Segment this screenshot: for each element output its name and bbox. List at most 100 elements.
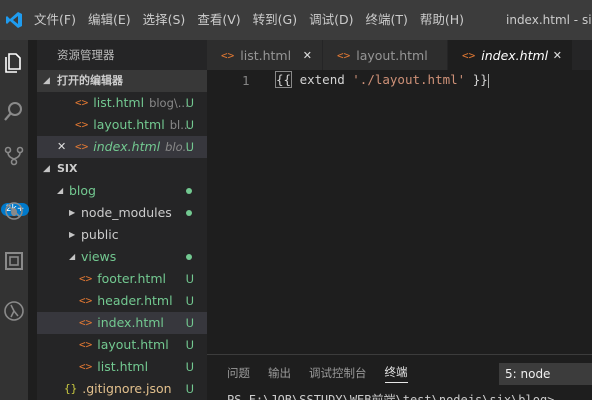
- menu-bar: 文件(F) 编辑(E) 选择(S) 查看(V) 转到(G) 调试(D) 终端(T…: [28, 0, 470, 40]
- tree-folder-views[interactable]: ◢ views: [37, 246, 207, 268]
- open-editor-label: layout.html: [93, 117, 165, 132]
- git-status: U: [185, 316, 194, 330]
- menu-file[interactable]: 文件(F): [28, 0, 82, 40]
- tree-item-label: list.html: [97, 359, 149, 374]
- modified-dot: [186, 210, 192, 216]
- git-status: U: [185, 118, 194, 132]
- bottom-panel: 问题 输出 调试控制台 终端 5: node PS F:\JOB\SSTUDY\…: [207, 354, 592, 400]
- html-file-icon: <>: [75, 96, 89, 109]
- close-icon[interactable]: ✕: [303, 49, 312, 62]
- menu-selection[interactable]: 选择(S): [137, 0, 192, 40]
- menu-terminal[interactable]: 终端(T): [359, 0, 413, 40]
- chevron-down-icon: ◢: [43, 164, 50, 174]
- tab-terminal[interactable]: 终端: [384, 364, 408, 383]
- editor-tab-bar: <> list.html ✕ <> layout.html <> index.h…: [207, 40, 592, 70]
- tree-file[interactable]: <> layout.html U: [37, 334, 207, 356]
- open-editors-header[interactable]: ◢ 打开的编辑器: [37, 70, 207, 92]
- debug-icon[interactable]: [0, 197, 28, 225]
- tree-item-label: blog: [69, 183, 96, 198]
- tree-item-label: views: [81, 249, 117, 264]
- tab-debug-console[interactable]: 调试控制台: [309, 365, 367, 381]
- tab-layout-html[interactable]: <> layout.html: [323, 40, 448, 70]
- chevron-down-icon: ◢: [43, 76, 50, 86]
- tree-item-label: .gitignore.json: [82, 381, 172, 396]
- bracket-match: {{: [275, 71, 293, 88]
- tab-label: index.html: [481, 47, 549, 63]
- code-keyword: extend: [292, 72, 353, 87]
- menu-edit[interactable]: 编辑(E): [82, 0, 137, 40]
- title-bar: 文件(F) 编辑(E) 选择(S) 查看(V) 转到(G) 调试(D) 终端(T…: [0, 0, 592, 40]
- tree-item-label: footer.html: [97, 271, 166, 286]
- open-editor-desc: blog\...: [149, 96, 189, 110]
- git-status: U: [185, 338, 194, 352]
- html-file-icon: <>: [221, 48, 235, 62]
- tree-folder-blog[interactable]: ◢ blog: [37, 180, 207, 202]
- open-editor-label: index.html: [93, 139, 161, 154]
- folder-header[interactable]: ◢ SIX: [37, 158, 207, 180]
- chevron-right-icon: ▶: [69, 208, 76, 217]
- menu-view[interactable]: 查看(V): [191, 0, 246, 40]
- tree-item-label: index.html: [97, 315, 164, 330]
- tree-item-label: node_modules: [81, 205, 172, 220]
- open-editor-item-active[interactable]: ✕ <> index.html blo... U: [37, 136, 207, 158]
- tree-item-label: layout.html: [97, 337, 169, 352]
- git-status: U: [185, 382, 194, 396]
- html-file-icon: <>: [79, 294, 93, 307]
- close-icon[interactable]: ✕: [553, 49, 562, 62]
- tree-file[interactable]: {} .gitignore.json U: [37, 378, 207, 400]
- html-file-icon: <>: [79, 360, 93, 373]
- open-editor-item[interactable]: <> list.html blog\... U: [37, 92, 207, 114]
- git-status: U: [185, 360, 194, 374]
- tab-problems[interactable]: 问题: [227, 365, 250, 381]
- modified-dot: [186, 254, 192, 260]
- code-editor[interactable]: 1 {{ extend './layout.html' }}: [207, 70, 592, 354]
- chevron-down-icon: ◢: [69, 252, 76, 261]
- modified-dot: [186, 188, 192, 194]
- html-file-icon: <>: [79, 316, 93, 329]
- tab-list-html[interactable]: <> list.html ✕: [207, 40, 323, 70]
- tree-folder-node-modules[interactable]: ▶ node_modules: [37, 202, 207, 224]
- search-icon[interactable]: [0, 97, 28, 125]
- tree-item-label: public: [81, 227, 119, 242]
- tab-output[interactable]: 输出: [268, 365, 291, 381]
- json-file-icon: {}: [64, 382, 78, 395]
- close-icon[interactable]: ✕: [57, 136, 66, 158]
- html-file-icon: <>: [79, 272, 93, 285]
- tree-file[interactable]: <> list.html U: [37, 356, 207, 378]
- chevron-right-icon: ▶: [69, 230, 76, 239]
- terminal-select[interactable]: 5: node: [499, 363, 592, 385]
- tab-index-html[interactable]: <> index.html ✕: [448, 40, 573, 70]
- chevron-down-icon: ◢: [57, 186, 64, 195]
- menu-go[interactable]: 转到(G): [247, 0, 303, 40]
- open-editor-label: list.html: [93, 95, 145, 110]
- tree-file[interactable]: <> footer.html U: [37, 268, 207, 290]
- git-status: U: [185, 272, 194, 286]
- html-file-icon: <>: [337, 48, 351, 62]
- open-editors-title: 打开的编辑器: [57, 74, 123, 87]
- folder-title: SIX: [57, 162, 78, 175]
- menu-debug[interactable]: 调试(D): [303, 0, 359, 40]
- tree-file[interactable]: <> header.html U: [37, 290, 207, 312]
- html-file-icon: <>: [462, 48, 476, 62]
- text-cursor: [487, 73, 489, 88]
- html-file-icon: <>: [79, 338, 93, 351]
- explorer-sidebar: 资源管理器 ◢ 打开的编辑器 <> list.html blog\... U <…: [37, 40, 207, 400]
- git-status: U: [185, 294, 194, 308]
- code-close: }}: [465, 72, 488, 87]
- menu-help[interactable]: 帮助(H): [414, 0, 470, 40]
- remote-icon[interactable]: [0, 297, 28, 325]
- source-control-icon[interactable]: [0, 142, 28, 170]
- tree-item-label: header.html: [97, 293, 173, 308]
- git-status: U: [185, 140, 194, 154]
- open-editor-item[interactable]: <> layout.html bl... U: [37, 114, 207, 136]
- terminal-prompt[interactable]: PS F:\JOB\SSTUDY\WEB前端\test\nodejs\six\b…: [227, 391, 554, 400]
- explorer-icon[interactable]: [0, 48, 28, 76]
- line-number: 1: [242, 73, 250, 88]
- sidebar-title: 资源管理器: [57, 48, 115, 62]
- tree-folder-public[interactable]: ▶ public: [37, 224, 207, 246]
- window-title: index.html - six -: [506, 13, 592, 27]
- extensions-icon[interactable]: [0, 247, 28, 275]
- code-line[interactable]: {{ extend './layout.html' }}: [275, 71, 489, 88]
- tree-file-active[interactable]: <> index.html U: [37, 312, 207, 334]
- activity-bar: 2k+: [0, 40, 29, 400]
